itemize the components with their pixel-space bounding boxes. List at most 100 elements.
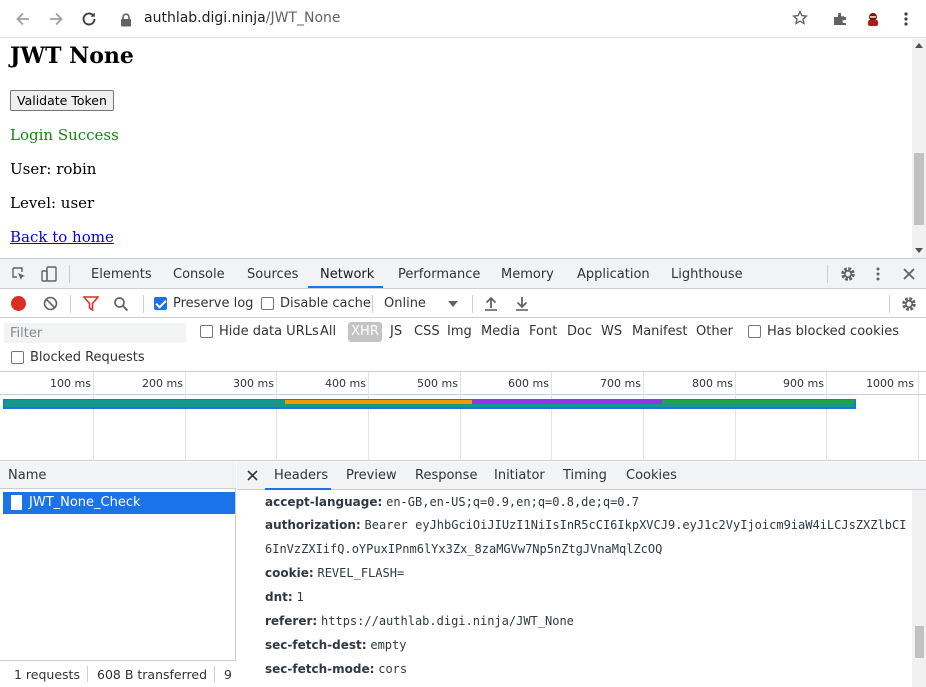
type-filter-media[interactable]: Media: [481, 324, 520, 339]
tick-label: 1000 ms: [866, 377, 914, 390]
devtools-menu-icon[interactable]: [876, 266, 880, 285]
tab-elements[interactable]: Elements: [91, 267, 152, 282]
header-value: empty: [370, 638, 407, 652]
tick-line: [93, 372, 94, 461]
close-icon[interactable]: [902, 267, 916, 284]
page-scrollbar[interactable]: [912, 39, 926, 258]
tick-line: [185, 372, 186, 461]
detail-scrollbar-thumb[interactable]: [915, 626, 924, 658]
type-filter-all[interactable]: All: [320, 324, 336, 339]
name-column-header[interactable]: Name: [0, 462, 236, 489]
header-key: cookie:: [265, 566, 314, 580]
search-icon[interactable]: [113, 296, 129, 315]
header-key: accept-language:: [265, 495, 383, 509]
validate-token-button[interactable]: Validate Token: [10, 90, 114, 111]
type-filter-other[interactable]: Other: [696, 324, 733, 339]
tab-response[interactable]: Response: [415, 468, 477, 483]
type-filter-doc[interactable]: Doc: [567, 324, 592, 339]
devtools-panel: Elements Console Sources Network Perform…: [0, 258, 926, 687]
has-blocked-cookies-label: Has blocked cookies: [767, 324, 900, 339]
tick-line: [918, 372, 919, 461]
has-blocked-cookies-checkbox[interactable]: [748, 325, 761, 338]
import-har-icon[interactable]: [484, 295, 498, 314]
header-value: 1: [296, 590, 304, 604]
inspect-element-icon[interactable]: [11, 266, 27, 285]
tick-line: [276, 372, 277, 461]
network-settings-gear-icon[interactable]: [900, 295, 918, 316]
tab-console[interactable]: Console: [173, 267, 225, 282]
star-icon[interactable]: [791, 9, 809, 30]
request-row-selected[interactable]: JWT_None_Check: [3, 492, 235, 514]
header-value: en-GB,en-US;q=0.9,en;q=0.8,de;q=0.7: [386, 495, 639, 509]
lock-icon[interactable]: [120, 12, 132, 31]
scroll-down-icon[interactable]: [915, 248, 923, 253]
export-har-icon[interactable]: [515, 295, 529, 314]
devtools-tabbar: Elements Console Sources Network Perform…: [0, 259, 926, 289]
type-filter-css[interactable]: CSS: [414, 324, 440, 339]
type-filter-manifest[interactable]: Manifest: [632, 324, 687, 339]
type-filter-img[interactable]: Img: [447, 324, 472, 339]
name-header-label: Name: [8, 468, 47, 483]
settings-gear-icon[interactable]: [839, 265, 857, 286]
type-filter-font[interactable]: Font: [529, 324, 557, 339]
tab-cookies[interactable]: Cookies: [626, 468, 677, 483]
type-filter-xhr[interactable]: XHR: [348, 322, 382, 342]
tabbar-divider-right: [827, 265, 828, 283]
close-detail-icon[interactable]: [247, 469, 258, 484]
address-bar[interactable]: authlab.digi.ninja/JWT_None: [106, 4, 822, 34]
hide-data-urls-label: Hide data URLs: [219, 324, 319, 339]
request-detail-pane: Headers Preview Response Initiator Timin…: [237, 462, 926, 687]
record-icon[interactable]: [11, 296, 26, 311]
timeline-overview[interactable]: 100 ms 200 ms 300 ms 400 ms 500 ms 600 m…: [0, 372, 926, 461]
back-to-home-link[interactable]: Back to home: [10, 228, 114, 246]
tab-memory[interactable]: Memory: [501, 267, 554, 282]
url-host: authlab.digi.ninja: [144, 10, 266, 26]
status-overflow: 9: [224, 667, 232, 682]
throttling-select[interactable]: Online: [384, 296, 426, 311]
type-filter-js[interactable]: JS: [390, 324, 402, 339]
clear-icon[interactable]: [43, 296, 58, 314]
tab-network[interactable]: Network: [320, 267, 374, 282]
filter-input[interactable]: [4, 323, 186, 343]
tick-label: 500 ms: [417, 377, 458, 390]
page-scrollbar-thumb[interactable]: [914, 153, 924, 225]
tick-label: 700 ms: [600, 377, 641, 390]
back-arrow-icon[interactable]: [12, 8, 34, 30]
tab-application[interactable]: Application: [577, 267, 650, 282]
disable-cache-checkbox[interactable]: [261, 297, 274, 310]
header-row-continuation: 6InVzZXIifQ.oYPuxIPnm6lYx3Zx_8zaMGVw7Np5…: [265, 542, 662, 556]
url-text[interactable]: authlab.digi.ninja/JWT_None: [144, 10, 341, 26]
tab-preview[interactable]: Preview: [346, 468, 397, 483]
toolbar-divider-5: [889, 295, 890, 313]
filter-funnel-icon[interactable]: [82, 296, 100, 314]
tab-lighthouse[interactable]: Lighthouse: [671, 267, 743, 282]
tab-sources[interactable]: Sources: [247, 267, 298, 282]
forward-arrow-icon[interactable]: [45, 8, 67, 30]
active-tab-indicator: [308, 286, 383, 288]
tab-headers[interactable]: Headers: [274, 468, 328, 483]
preserve-log-checkbox[interactable]: [154, 297, 167, 310]
tick-label: 100 ms: [50, 377, 91, 390]
puzzle-icon[interactable]: [829, 8, 851, 30]
blocked-requests-checkbox[interactable]: [11, 351, 24, 364]
scroll-up-icon[interactable]: [915, 43, 923, 48]
tabbar-divider: [69, 265, 70, 283]
tab-initiator[interactable]: Initiator: [494, 468, 545, 483]
tick-label: 800 ms: [692, 377, 733, 390]
tab-performance[interactable]: Performance: [398, 267, 480, 282]
detail-scrollbar[interactable]: [912, 490, 926, 687]
tick-line: [551, 372, 552, 461]
device-toolbar-icon[interactable]: [40, 265, 58, 286]
header-value-continuation: 6InVzZXIifQ.oYPuxIPnm6lYx3Zx_8zaMGVw7Np5…: [265, 542, 663, 556]
kebab-menu-icon[interactable]: [895, 8, 917, 30]
browser-toolbar: authlab.digi.ninja/JWT_None: [0, 0, 926, 38]
reload-icon[interactable]: [78, 8, 100, 30]
header-value: REVEL_FLASH=: [317, 566, 405, 580]
tick-line: [643, 372, 644, 461]
throttle-dropdown-icon[interactable]: [448, 301, 458, 307]
ninja-avatar-icon[interactable]: [862, 8, 884, 30]
type-filter-ws[interactable]: WS: [601, 324, 622, 339]
tab-timing[interactable]: Timing: [563, 468, 607, 483]
url-path: /JWT_None: [265, 10, 341, 26]
hide-data-urls-checkbox[interactable]: [200, 325, 213, 338]
